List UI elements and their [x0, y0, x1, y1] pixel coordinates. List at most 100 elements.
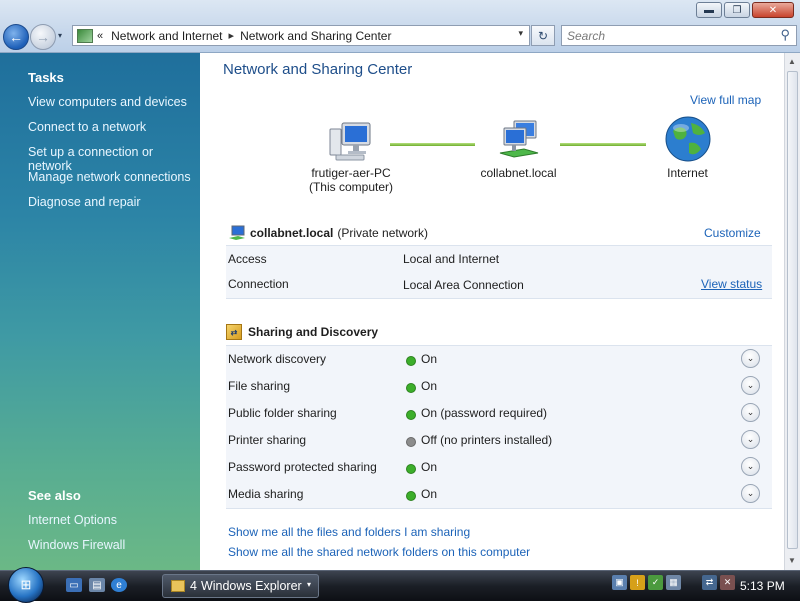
network-name: collabnet.local — [250, 226, 334, 240]
network-header: collabnet.local (Private network) — [228, 225, 428, 241]
map-internet-node[interactable]: Internet — [640, 115, 735, 180]
scroll-up-icon[interactable]: ▲ — [788, 57, 796, 66]
status-off-icon — [406, 437, 416, 447]
show-shared-folders-link[interactable]: Show me all the shared network folders o… — [228, 545, 530, 559]
expand-button[interactable]: ⌄ — [741, 349, 760, 368]
address-bar[interactable]: « Network and Internet ▸ Network and Sha… — [72, 25, 530, 46]
show-desktop-icon[interactable]: ▭ — [66, 578, 82, 592]
back-button[interactable]: ← — [3, 24, 29, 50]
map-link-network-internet — [560, 143, 646, 146]
network-icon — [499, 120, 538, 158]
task-caret-icon: ▾ — [306, 580, 311, 589]
view-full-map-link[interactable]: View full map — [690, 93, 761, 107]
network-type: (Private network) — [337, 226, 429, 240]
expand-button[interactable]: ⌄ — [741, 403, 760, 422]
network-small-icon — [229, 225, 245, 240]
taskbar-windows-explorer[interactable]: 4 Windows Explorer ▾ — [162, 574, 319, 598]
expand-button[interactable]: ⌄ — [741, 457, 760, 476]
search-icon[interactable]: ⚲ — [780, 27, 790, 43]
map-computer-node[interactable]: frutiger-aer-PC (This computer) — [297, 119, 405, 194]
search-placeholder: Search — [567, 28, 606, 43]
maximize-button[interactable]: ❐ — [724, 2, 750, 18]
tray-sync-icon[interactable]: ✓ — [648, 575, 663, 590]
start-button[interactable]: ⊞ — [8, 567, 44, 603]
scroll-thumb[interactable] — [787, 71, 798, 549]
computer-name: frutiger-aer-PC — [311, 166, 391, 180]
sharing-status: On — [421, 352, 438, 366]
tray-devices-icon[interactable]: ▦ — [666, 575, 681, 590]
tray-network-icon[interactable]: ▣ — [612, 575, 627, 590]
sharing-label: Password protected sharing — [228, 460, 377, 474]
see-also-heading: See also — [28, 488, 81, 503]
map-network-node[interactable]: collabnet.local — [466, 119, 571, 180]
map-link-computer-network — [390, 143, 475, 146]
status-on-icon — [406, 356, 416, 366]
sharing-heading: Sharing and Discovery — [248, 325, 379, 339]
sharing-status: On — [421, 460, 438, 474]
customize-link[interactable]: Customize — [704, 226, 761, 240]
sidebar-item-view-computers[interactable]: View computers and devices — [28, 95, 187, 109]
folder-icon — [171, 580, 185, 592]
connection-label: Connection — [228, 277, 289, 291]
address-prefix[interactable]: « — [97, 30, 103, 42]
expand-button[interactable]: ⌄ — [741, 430, 760, 449]
sharing-row-media: Media sharing On ⌄ — [226, 481, 772, 508]
computer-subtitle: (This computer) — [308, 180, 394, 194]
task-count: 4 — [190, 579, 197, 593]
breadcrumb-network-and-internet[interactable]: Network and Internet — [111, 29, 222, 43]
system-tray: ▣ ! ✓ ▦ ⇄ ✕ — [612, 575, 735, 590]
sharing-label: File sharing — [228, 379, 291, 393]
status-on-icon — [406, 464, 416, 474]
network-name-label: collabnet.local — [480, 166, 557, 180]
view-status-link[interactable]: View status — [701, 277, 762, 291]
sidebar-item-internet-options[interactable]: Internet Options — [28, 513, 117, 527]
search-input[interactable]: Search ⚲ — [561, 25, 797, 46]
sidebar-item-diagnose-repair[interactable]: Diagnose and repair — [28, 195, 141, 209]
sharing-status: On — [421, 487, 438, 501]
sidebar-item-setup-connection[interactable]: Set up a connection or network — [28, 145, 200, 173]
network-details: Access Local and Internet Connection Loc… — [226, 245, 772, 299]
window-controls: ▬ ❐ ✕ — [696, 2, 794, 18]
refresh-button[interactable]: ↻ — [531, 25, 555, 46]
address-dropdown-icon[interactable]: ▾ — [518, 28, 523, 39]
sharing-status: On — [421, 379, 438, 393]
title-bar: ▬ ❐ ✕ ← → ▾ « Network and Internet ▸ Net… — [0, 0, 800, 53]
vertical-scrollbar[interactable]: ▲ ▼ — [784, 53, 800, 570]
minimize-button[interactable]: ▬ — [696, 2, 722, 18]
scroll-down-icon[interactable]: ▼ — [788, 556, 796, 565]
computer-icon — [329, 122, 371, 161]
sharing-row-file-sharing: File sharing On ⌄ — [226, 373, 772, 400]
sidebar-item-manage-connections[interactable]: Manage network connections — [28, 170, 191, 184]
forward-button[interactable]: → — [30, 24, 56, 50]
sidebar-item-windows-firewall[interactable]: Windows Firewall — [28, 538, 125, 552]
security-shield-icon[interactable]: ! — [630, 575, 645, 590]
sharing-label: Media sharing — [228, 487, 304, 501]
globe-icon — [665, 116, 710, 162]
breadcrumb-network-and-sharing-center[interactable]: Network and Sharing Center — [240, 29, 391, 43]
task-label: Windows Explorer — [200, 579, 302, 593]
sharing-list: Network discovery On ⌄ File sharing On ⌄… — [226, 345, 772, 509]
expand-button[interactable]: ⌄ — [741, 376, 760, 395]
internet-explorer-icon[interactable]: e — [111, 578, 127, 592]
switch-windows-icon[interactable]: ▤ — [89, 578, 105, 592]
sharing-status: On (password required) — [421, 406, 548, 420]
sidebar-item-connect-network[interactable]: Connect to a network — [28, 120, 146, 134]
sharing-icon: ⇄ — [226, 324, 242, 340]
sharing-label: Public folder sharing — [228, 406, 337, 420]
expand-button[interactable]: ⌄ — [741, 484, 760, 503]
sharing-row-password-protected: Password protected sharing On ⌄ — [226, 454, 772, 481]
control-panel-icon — [77, 28, 93, 43]
sharing-row-public-folder: Public folder sharing On (password requi… — [226, 400, 772, 427]
clock[interactable]: 5:13 PM — [740, 579, 785, 593]
breadcrumb-separator[interactable]: ▸ — [229, 29, 235, 42]
volume-muted-icon[interactable]: ✕ — [720, 575, 735, 590]
internet-label: Internet — [667, 166, 708, 180]
recent-pages-dropdown[interactable]: ▾ — [58, 31, 62, 40]
sharing-row-printer: Printer sharing Off (no printers install… — [226, 427, 772, 454]
close-button[interactable]: ✕ — [752, 2, 794, 18]
show-shared-files-link[interactable]: Show me all the files and folders I am s… — [228, 525, 470, 539]
main-content: Network and Sharing Center View full map… — [200, 53, 784, 570]
status-on-icon — [406, 491, 416, 501]
tray-separator — [684, 575, 699, 590]
network-status-icon[interactable]: ⇄ — [702, 575, 717, 590]
